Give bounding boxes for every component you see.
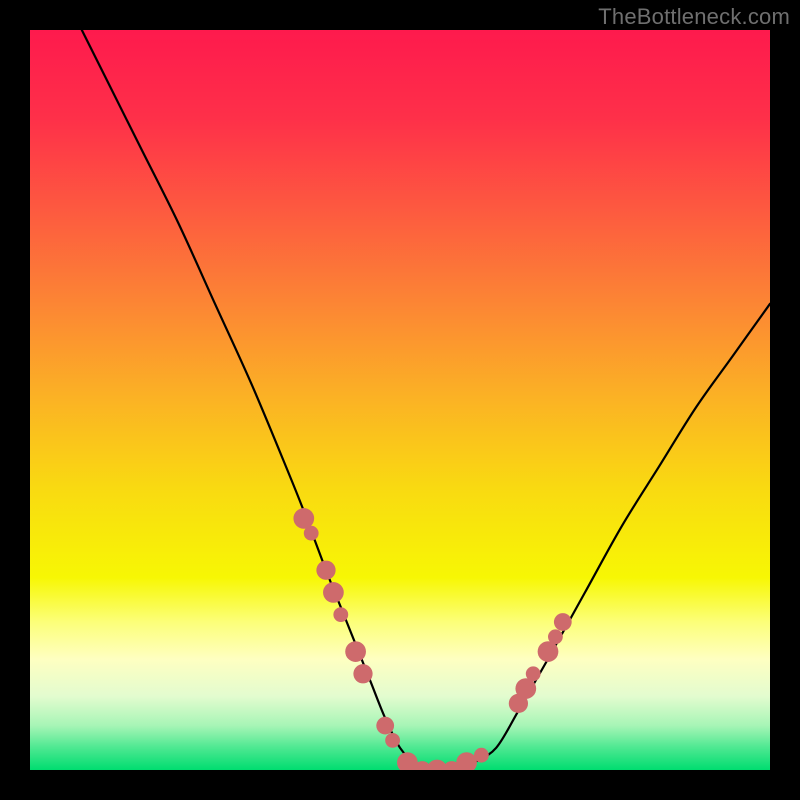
data-marker	[333, 607, 348, 622]
bottleneck-curve	[82, 30, 770, 770]
data-marker	[345, 641, 366, 662]
data-marker	[304, 526, 319, 541]
data-marker	[456, 752, 477, 770]
data-marker	[538, 641, 559, 662]
data-marker	[474, 748, 489, 763]
chart-svg	[30, 30, 770, 770]
data-marker	[316, 561, 335, 580]
data-marker	[526, 666, 541, 681]
data-marker	[353, 664, 372, 683]
data-marker	[554, 613, 572, 631]
data-marker	[293, 508, 314, 529]
data-marker	[515, 678, 536, 699]
data-marker	[376, 717, 394, 735]
data-markers	[293, 508, 571, 770]
data-marker	[548, 629, 563, 644]
watermark-text: TheBottleneck.com	[598, 4, 790, 30]
plot-area	[30, 30, 770, 770]
data-marker	[385, 733, 400, 748]
data-marker	[323, 582, 344, 603]
chart-frame: TheBottleneck.com	[0, 0, 800, 800]
